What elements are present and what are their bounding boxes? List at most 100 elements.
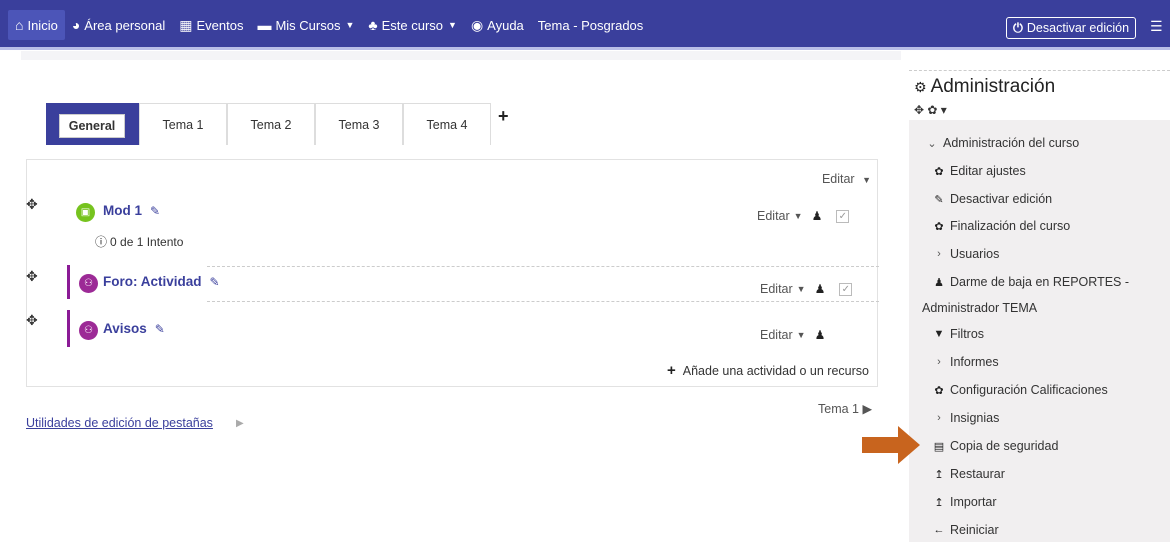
tab-tema-3[interactable]: Tema 3 — [315, 103, 403, 145]
activity-edit-group: Editar ▼ ♟ ✓ — [757, 209, 850, 223]
tree-item-copia-de-seguridad[interactable]: ▤ Copia de seguridad — [931, 439, 1059, 453]
tree-item-label: Administrador TEMA — [922, 301, 1038, 315]
nav-item-ayuda[interactable]: ◉ Ayuda — [464, 10, 531, 40]
block-actions-menu[interactable]: ✥ ✿ ▾ — [914, 103, 947, 117]
caret-right-icon: ▶ — [236, 418, 244, 429]
tree-item-darme-de-baja[interactable]: ♟ Darme de baja en REPORTES - — [931, 275, 1129, 289]
nav-item-tema[interactable]: Tema - Posgrados — [531, 10, 651, 40]
nav-item-este-curso[interactable]: ♣ Este curso ▼ — [361, 10, 464, 40]
gear-icon: ✿ — [934, 165, 944, 178]
level-up-icon: ↥ — [934, 468, 944, 481]
edit-menu-label[interactable]: Editar — [760, 328, 793, 342]
gear-icon: ✿ — [934, 384, 944, 397]
admin-tree: ⌄ Administración del curso ✿ Editar ajus… — [909, 120, 1170, 542]
activity-edit-group: Editar ▼ ♟ ✓ — [760, 282, 853, 296]
divider — [207, 266, 879, 267]
edit-menu-label[interactable]: Editar — [760, 282, 793, 296]
info-circle-icon: ⓘ — [95, 235, 108, 249]
tree-item-finalizacion[interactable]: ✿ Finalización del curso — [931, 219, 1070, 233]
tree-item-label: Administración del curso — [943, 136, 1080, 150]
move-icon[interactable]: ✥ — [26, 312, 38, 329]
activity-name: Foro: Actividad — [103, 274, 202, 289]
drawer-toggle-icon[interactable]: ☰ — [1150, 18, 1163, 35]
home-icon: ⌂ — [15, 17, 24, 33]
user-icon[interactable]: ♟ — [815, 328, 826, 342]
move-icon[interactable]: ✥ — [26, 268, 38, 285]
tree-item-label: Copia de seguridad — [950, 439, 1059, 453]
caret-down-icon: ▼ — [448, 20, 457, 30]
edit-label: Editar — [821, 172, 855, 186]
nav-label: Tema - Posgrados — [537, 17, 644, 33]
tree-item-reiniciar[interactable]: ← Reiniciar — [931, 523, 999, 537]
deactivate-editing-button[interactable]: ⏻ Desactivar edición — [1006, 17, 1137, 39]
nav-items: ⌂ Inicio ◕ Área personal ▦ Eventos ▬ Mis… — [8, 10, 650, 40]
nav-item-area-personal[interactable]: ◕ Área personal — [65, 10, 172, 40]
chevron-down-icon: ⌄ — [927, 137, 937, 150]
plus-icon: + — [666, 362, 676, 379]
nav-item-mis-cursos[interactable]: ▬ Mis Cursos ▼ — [250, 10, 361, 40]
tab-utilities-link[interactable]: Utilidades de edición de pestañas — [26, 416, 213, 430]
pencil-icon[interactable]: ✎ — [150, 204, 160, 218]
add-activity-or-resource-link[interactable]: + Añade una actividad o un recurso — [667, 362, 869, 379]
tree-item-restaurar[interactable]: ↥ Restaurar — [931, 467, 1005, 481]
administration-block: ⚙ Administración ✥ ✿ ▾ ⌄ Administración … — [909, 70, 1170, 542]
tree-item-label: Filtros — [950, 327, 985, 341]
nav-item-inicio[interactable]: ⌂ Inicio — [8, 10, 65, 40]
add-resource-label: Añade una actividad o un recurso — [682, 363, 869, 378]
tree-item-label: Insignias — [950, 411, 1000, 425]
activity-link-mod-1[interactable]: Mod 1 ✎ — [103, 203, 160, 218]
caret-down-icon: ▼ — [345, 20, 355, 30]
section-edit-menu[interactable]: Editar ▼ — [822, 172, 871, 186]
caret-down-icon: ▼ — [862, 175, 871, 185]
activity-indent-bar — [67, 310, 70, 347]
move-icon[interactable]: ✥ — [26, 196, 38, 213]
pencil-icon[interactable]: ✎ — [155, 322, 165, 336]
next-topic-link[interactable]: Tema 1 ▶ — [818, 401, 872, 416]
tree-item-label: Restaurar — [950, 467, 1005, 481]
tab-tema-4[interactable]: Tema 4 — [403, 103, 491, 145]
edit-menu-label[interactable]: Editar — [757, 209, 790, 223]
completion-checkbox[interactable]: ✓ — [836, 209, 850, 223]
forum-activity-icon: ⚇ — [79, 274, 98, 293]
tree-item-configuracion-calificaciones[interactable]: ✿ Configuración Calificaciones — [931, 383, 1107, 397]
user-icon[interactable]: ♟ — [815, 282, 826, 296]
tree-item-label: Usuarios — [950, 247, 1000, 261]
tree-item-administracion-del-curso[interactable]: ⌄ Administración del curso — [924, 136, 1079, 150]
tree-item-darme-de-baja-cont[interactable]: Administrador TEMA — [922, 301, 1037, 315]
chevron-right-icon: › — [937, 412, 941, 424]
tree-item-editar-ajustes[interactable]: ✿ Editar ajustes — [931, 164, 1025, 178]
tree-item-informes[interactable]: › Informes — [931, 355, 999, 369]
divider — [207, 301, 879, 302]
nav-label: Este curso — [381, 17, 444, 33]
tab-tema-1[interactable]: Tema 1 — [139, 103, 227, 145]
lifering-icon: ◉ — [470, 16, 484, 33]
tree-item-filtros[interactable]: ▼ Filtros — [931, 327, 984, 341]
power-icon: ⏻ — [1013, 20, 1023, 35]
pencil-icon: ✎ — [934, 193, 944, 206]
tree-item-desactivar-edicion[interactable]: ✎ Desactivar edición — [931, 192, 1052, 206]
activity-link-foro[interactable]: Foro: Actividad ✎ — [103, 274, 220, 289]
file-archive-icon: ▤ — [933, 440, 945, 453]
attempts-text: 0 de 1 Intento — [110, 234, 184, 249]
tree-item-label: Finalización del curso — [950, 219, 1071, 233]
level-up-icon: ↥ — [934, 496, 944, 509]
tab-general[interactable]: General — [59, 114, 125, 138]
section-content: Editar ▼ ✥ ▣ Mod 1 ✎ Editar ▼ ♟ ✓ ⓘ 0 de… — [26, 159, 879, 387]
user-icon[interactable]: ♟ — [812, 209, 823, 223]
activity-edit-group: Editar ▼ ♟ — [760, 328, 825, 342]
tree-item-usuarios[interactable]: › Usuarios — [931, 247, 999, 261]
nav-item-eventos[interactable]: ▦ Eventos — [172, 10, 250, 40]
add-tab-icon[interactable]: + — [498, 106, 509, 127]
activity-name: Mod 1 — [103, 203, 142, 218]
tree-item-label: Informes — [950, 355, 999, 369]
chevron-right-icon: › — [937, 356, 941, 368]
completion-checkbox[interactable]: ✓ — [839, 282, 853, 296]
nav-label: Área personal — [84, 17, 166, 33]
activity-link-avisos[interactable]: Avisos ✎ — [103, 321, 165, 336]
caret-down-icon: ▼ — [796, 330, 806, 340]
deactivate-editing-label: Desactivar edición — [1026, 21, 1130, 35]
tree-item-importar[interactable]: ↥ Importar — [931, 495, 996, 509]
tree-item-insignias[interactable]: › Insignias — [931, 411, 999, 425]
tab-tema-2[interactable]: Tema 2 — [227, 103, 315, 145]
pencil-icon[interactable]: ✎ — [210, 275, 220, 289]
